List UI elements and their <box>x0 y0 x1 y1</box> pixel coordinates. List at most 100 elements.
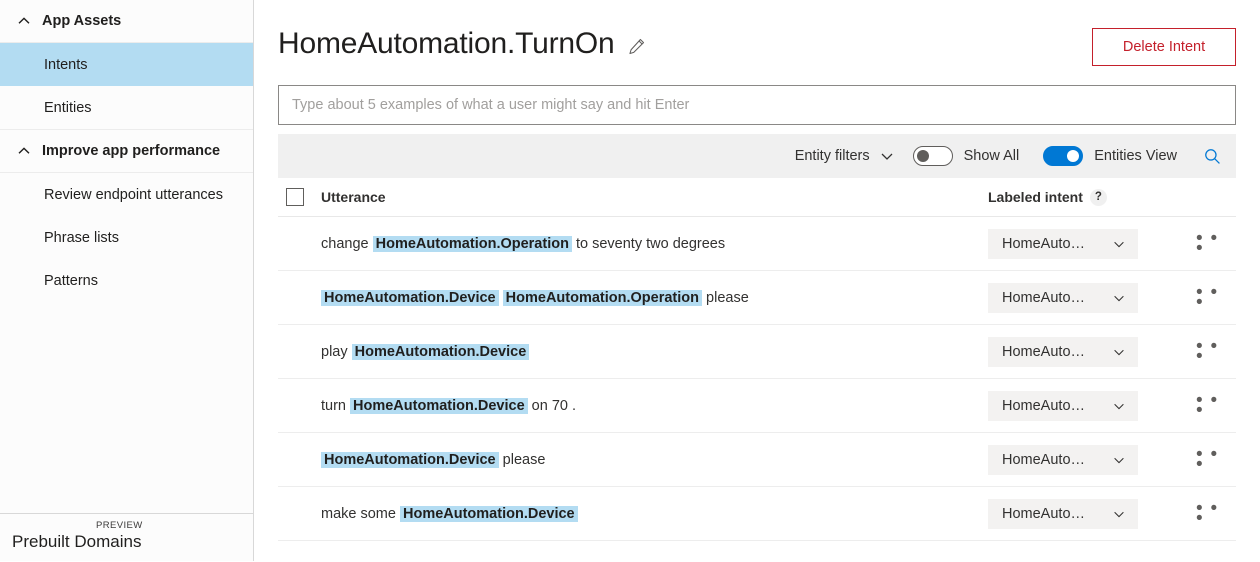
row-more-options-button[interactable]: • • • <box>1196 391 1226 421</box>
sidebar-item-phrase-lists[interactable]: Phrase lists <box>0 216 253 259</box>
row-actions: HomeAuto… • • • <box>988 445 1236 475</box>
entity-token[interactable]: HomeAutomation.Device <box>400 506 578 522</box>
chevron-down-icon <box>1112 453 1126 467</box>
labeled-intent-value: HomeAuto… <box>1002 236 1085 252</box>
row-more-options-button[interactable]: • • • <box>1196 499 1226 529</box>
entity-token[interactable]: HomeAutomation.Device <box>352 344 530 360</box>
sidebar-item-label: Intents <box>44 57 88 73</box>
chevron-down-icon <box>1112 507 1126 521</box>
utterance-text[interactable]: make some HomeAutomation.Device <box>278 506 988 522</box>
sidebar-nav: App Assets Intents Entities Improve app … <box>0 0 253 513</box>
sidebar-item-label: Phrase lists <box>44 230 119 246</box>
show-all-label: Show All <box>964 148 1020 164</box>
chevron-down-icon <box>1112 399 1126 413</box>
page-title: HomeAutomation.TurnOn <box>278 26 615 62</box>
labeled-intent-dropdown[interactable]: HomeAuto… <box>988 229 1138 259</box>
table-row[interactable]: make some HomeAutomation.Device HomeAuto… <box>278 487 1236 541</box>
chevron-up-icon <box>16 143 32 159</box>
show-all-toggle[interactable] <box>913 146 953 166</box>
delete-intent-button[interactable]: Delete Intent <box>1092 28 1236 66</box>
main-content: HomeAutomation.TurnOn Delete Intent Enti… <box>254 0 1260 561</box>
utterance-input-wrap <box>278 85 1236 125</box>
sidebar-item-label: Patterns <box>44 273 98 289</box>
chevron-down-icon <box>1112 291 1126 305</box>
sidebar-group-improve-app-performance[interactable]: Improve app performance <box>0 130 253 173</box>
entity-token[interactable]: HomeAutomation.Operation <box>373 236 572 252</box>
pencil-icon[interactable] <box>627 37 646 56</box>
column-header-labeled-intent: Labeled intent ? <box>988 189 1236 206</box>
entities-view-label: Entities View <box>1094 148 1177 164</box>
labeled-intent-dropdown[interactable]: HomeAuto… <box>988 283 1138 313</box>
row-actions: HomeAuto… • • • <box>988 499 1236 529</box>
utterance-token: make some <box>321 506 400 522</box>
table-header-row: Utterance Labeled intent ? <box>278 178 1236 217</box>
sidebar-item-intents[interactable]: Intents <box>0 43 253 86</box>
table-row[interactable]: turn HomeAutomation.Device on 70 . HomeA… <box>278 379 1236 433</box>
labeled-intent-dropdown[interactable]: HomeAuto… <box>988 391 1138 421</box>
table-row[interactable]: play HomeAutomation.Device HomeAuto… • •… <box>278 325 1236 379</box>
chevron-down-icon <box>1112 345 1126 359</box>
labeled-intent-value: HomeAuto… <box>1002 344 1085 360</box>
title-wrap: HomeAutomation.TurnOn <box>278 26 1092 62</box>
sidebar-item-patterns[interactable]: Patterns <box>0 259 253 302</box>
sidebar: App Assets Intents Entities Improve app … <box>0 0 254 561</box>
sidebar-footer-label: Prebuilt Domains <box>12 532 141 552</box>
utterance-token: turn <box>321 398 350 414</box>
row-more-options-button[interactable]: • • • <box>1196 445 1226 475</box>
help-icon[interactable]: ? <box>1090 189 1107 206</box>
utterance-token: please <box>702 290 749 306</box>
sidebar-item-label: Review endpoint utterances <box>44 187 223 203</box>
utterance-text[interactable]: play HomeAutomation.Device <box>278 344 988 360</box>
search-icon[interactable] <box>1203 147 1222 166</box>
entity-filters-label[interactable]: Entity filters <box>795 148 870 164</box>
entity-token[interactable]: HomeAutomation.Device <box>350 398 528 414</box>
sidebar-item-entities[interactable]: Entities <box>0 86 253 129</box>
utterance-text[interactable]: HomeAutomation.Device please <box>278 452 988 468</box>
labeled-intent-dropdown[interactable]: HomeAuto… <box>988 445 1138 475</box>
utterance-token: to seventy two degrees <box>572 236 725 252</box>
utterance-token: play <box>321 344 352 360</box>
labeled-intent-value: HomeAuto… <box>1002 398 1085 414</box>
sidebar-item-label: Entities <box>44 100 92 116</box>
select-all-checkbox[interactable] <box>286 188 304 206</box>
sidebar-footer-inner: PREVIEW Prebuilt Domains <box>0 514 253 562</box>
column-header-utterance: Utterance <box>321 189 988 205</box>
row-more-options-button[interactable]: • • • <box>1196 337 1226 367</box>
utterance-text[interactable]: change HomeAutomation.Operation to seven… <box>278 236 988 252</box>
column-header-labeled-intent-text: Labeled intent <box>988 189 1083 205</box>
luis-intent-page: App Assets Intents Entities Improve app … <box>0 0 1260 561</box>
row-more-options-button[interactable]: • • • <box>1196 283 1226 313</box>
page-header: HomeAutomation.TurnOn Delete Intent <box>254 0 1260 66</box>
sidebar-group-app-assets[interactable]: App Assets <box>0 0 253 43</box>
filter-toolbar: Entity filters Show All Entities View <box>278 134 1236 178</box>
toggle-knob <box>917 150 929 162</box>
table-row[interactable]: change HomeAutomation.Operation to seven… <box>278 217 1236 271</box>
entity-token[interactable]: HomeAutomation.Operation <box>503 290 702 306</box>
utterance-input[interactable] <box>278 85 1236 125</box>
entity-token[interactable]: HomeAutomation.Device <box>321 290 499 306</box>
entity-token[interactable]: HomeAutomation.Device <box>321 452 499 468</box>
chevron-down-icon <box>1112 237 1126 251</box>
row-more-options-button[interactable]: • • • <box>1196 229 1226 259</box>
utterance-token: please <box>499 452 546 468</box>
table-row[interactable]: HomeAutomation.Device please HomeAuto… •… <box>278 433 1236 487</box>
sidebar-item-prebuilt-domains[interactable]: PREVIEW Prebuilt Domains <box>0 513 253 561</box>
utterance-text[interactable]: HomeAutomation.Device HomeAutomation.Ope… <box>278 290 988 306</box>
row-actions: HomeAuto… • • • <box>988 283 1236 313</box>
row-actions: HomeAuto… • • • <box>988 337 1236 367</box>
labeled-intent-value: HomeAuto… <box>1002 290 1085 306</box>
table-row[interactable]: HomeAutomation.Device HomeAutomation.Ope… <box>278 271 1236 325</box>
labeled-intent-value: HomeAuto… <box>1002 506 1085 522</box>
labeled-intent-dropdown[interactable]: HomeAuto… <box>988 337 1138 367</box>
utterance-text[interactable]: turn HomeAutomation.Device on 70 . <box>278 398 988 414</box>
labeled-intent-dropdown[interactable]: HomeAuto… <box>988 499 1138 529</box>
row-actions: HomeAuto… • • • <box>988 229 1236 259</box>
sidebar-item-review-endpoint-utterances[interactable]: Review endpoint utterances <box>0 173 253 216</box>
sidebar-group-label: Improve app performance <box>42 143 220 159</box>
chevron-up-icon <box>16 13 32 29</box>
entities-view-toggle[interactable] <box>1043 146 1083 166</box>
chevron-down-icon[interactable] <box>879 148 895 164</box>
utterance-token: on 70 . <box>528 398 576 414</box>
utterance-token: change <box>321 236 373 252</box>
utterances-table: Utterance Labeled intent ? change HomeAu… <box>278 178 1236 541</box>
